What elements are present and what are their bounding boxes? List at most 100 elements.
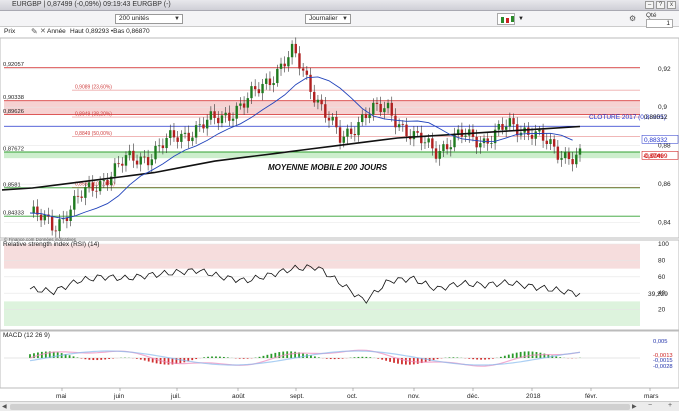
x-axis: mai juin juil. août sept. oct. nov. déc. 2018 fév… <box>56 388 659 400</box>
macd-bar <box>72 356 75 358</box>
scroll-right-icon[interactable]: ▶ <box>632 403 637 410</box>
candle-body <box>287 57 290 67</box>
candle-body <box>102 179 106 181</box>
macd-bar <box>499 356 502 358</box>
candle-body <box>301 68 305 71</box>
macd-bar <box>456 357 459 358</box>
candle-body <box>475 136 478 148</box>
candle-body <box>390 102 393 116</box>
candle-body <box>482 138 486 144</box>
candle-body <box>501 123 504 130</box>
x-tick-label: oct. <box>347 393 358 400</box>
candle-body <box>239 103 242 106</box>
x-tick-label: févr. <box>585 393 597 400</box>
candle-body <box>65 218 69 221</box>
rsi-tick-label: 100 <box>658 241 669 248</box>
macd-bar <box>226 357 229 358</box>
macd-bar <box>242 358 245 359</box>
candle-body <box>187 132 190 142</box>
macd-bar <box>219 356 221 358</box>
copyright-text: © Finance.com Données indicatives <box>4 236 77 242</box>
macd-bar <box>416 358 419 364</box>
macd-bar <box>448 357 451 358</box>
candle-body <box>161 145 165 149</box>
candle-body <box>205 119 209 129</box>
macd-bar <box>84 358 87 360</box>
candle-body <box>106 179 109 186</box>
macd-bar <box>68 355 71 358</box>
candle-body <box>571 159 574 165</box>
candle-body <box>246 98 249 108</box>
candle-body <box>508 118 512 127</box>
candle-body <box>268 78 272 86</box>
candle-body <box>139 156 142 165</box>
candle-body <box>231 118 235 121</box>
candle-body <box>397 124 401 128</box>
y-tick-label: 0,86 <box>658 181 671 188</box>
rsi-tick-label: 60 <box>658 274 666 281</box>
candle-body <box>143 156 146 158</box>
macd-bar <box>329 358 332 360</box>
macd-bar <box>389 358 391 362</box>
level-label: 0,90338 <box>3 95 24 101</box>
candle-body <box>349 128 353 135</box>
macd-bar <box>317 357 320 358</box>
candle-body <box>375 102 379 104</box>
candle-body <box>124 155 128 166</box>
candle-body <box>338 127 342 143</box>
candle-body <box>449 147 453 150</box>
chart-canvas: 0,840,860,880,90,920,920570,903380,89626… <box>0 37 679 400</box>
price-tag-label: 0,88332 <box>644 137 668 144</box>
candle-body <box>427 138 430 143</box>
x-tick-label: nov. <box>408 393 420 400</box>
x-tick-label: août <box>232 393 245 400</box>
candle-body <box>504 126 508 130</box>
candle-body <box>578 148 582 155</box>
candle-body <box>150 159 154 166</box>
rsi-oversold-band <box>4 301 640 326</box>
candle-body <box>538 129 541 132</box>
macd-bar <box>135 358 138 359</box>
fib-label: 0,8849 (50,00%) <box>75 131 112 137</box>
x-tick-label: sept. <box>290 393 304 400</box>
y-tick-label: 0,92 <box>658 66 671 73</box>
candle-body <box>154 145 157 160</box>
candle-body <box>316 99 320 103</box>
macd-title: MACD (12 26 9) <box>3 332 50 339</box>
horizontal-scrollbar[interactable]: ◀ ▶ − + <box>0 401 679 411</box>
y-tick-label: 0,9 <box>658 104 667 111</box>
candle-body <box>342 136 345 143</box>
candle-body <box>213 111 216 118</box>
candle-body <box>43 214 46 221</box>
macd-bar <box>147 358 150 362</box>
zoom-out-icon[interactable]: − <box>648 402 652 409</box>
zoom-in-icon[interactable]: + <box>668 402 672 409</box>
candle-body <box>265 78 268 84</box>
candle-body <box>261 83 264 94</box>
candle-body <box>456 129 460 134</box>
price-panel: 0,840,860,880,90,920,920570,903380,89626… <box>0 37 679 239</box>
macd-bar <box>468 358 471 359</box>
candle-body <box>224 112 227 116</box>
macd-bar <box>215 356 217 358</box>
level-label: 0,89626 <box>3 109 24 115</box>
candle-body <box>39 214 43 221</box>
candle-body <box>564 152 567 159</box>
candle-body <box>512 118 515 125</box>
macd-bar <box>290 351 293 358</box>
candle-body <box>560 158 563 160</box>
candle-body <box>202 124 205 129</box>
candle-body <box>442 144 445 151</box>
macd-bar <box>515 352 518 358</box>
candle-body <box>32 206 35 213</box>
candle-body <box>242 103 246 108</box>
macd-bar <box>484 358 486 360</box>
scroll-thumb[interactable] <box>10 404 630 410</box>
scroll-left-icon[interactable]: ◀ <box>2 403 7 410</box>
rsi-tick-label: 80 <box>658 257 666 264</box>
candle-body <box>412 131 416 140</box>
candle-body <box>335 116 338 128</box>
macd-bar <box>436 358 439 360</box>
candle-body <box>209 111 213 120</box>
macd-bar <box>270 353 273 358</box>
